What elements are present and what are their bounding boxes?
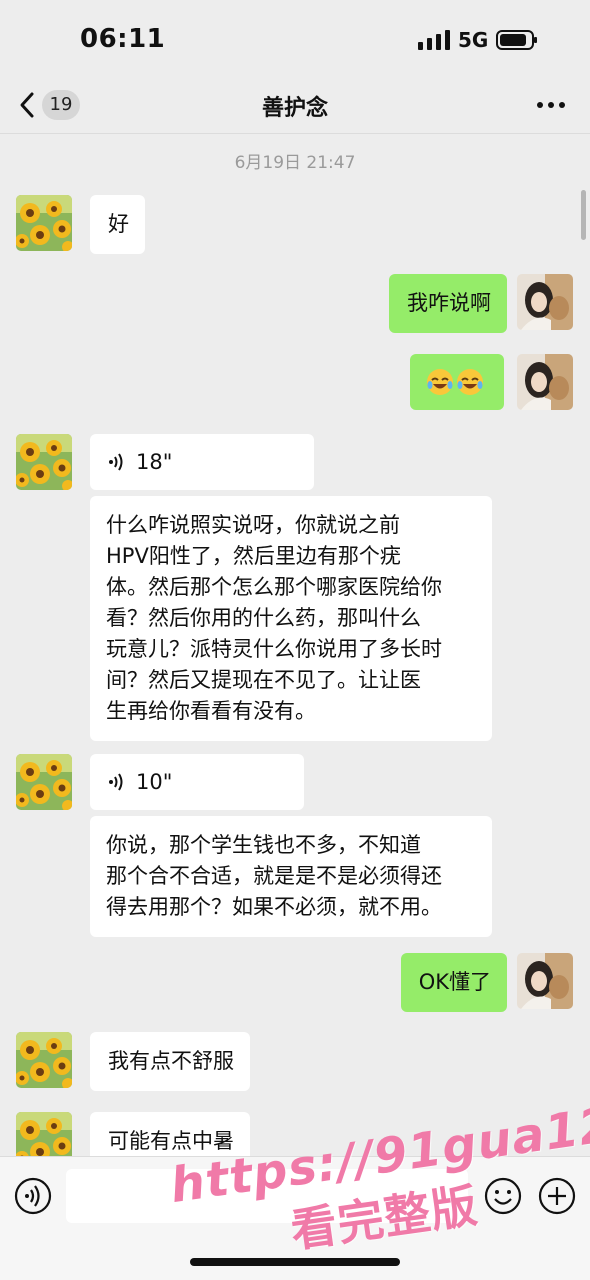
voice-input-icon[interactable] (14, 1177, 52, 1215)
message-text: 好 (108, 212, 129, 236)
transcript-line: 看？然后你用的什么药，那叫什么 (106, 606, 421, 630)
message-text: 可能有点中暑 (108, 1129, 234, 1153)
message-bubble[interactable]: 好 (90, 195, 145, 254)
voice-message-bubble[interactable]: 18" (90, 434, 314, 490)
contact-avatar[interactable] (16, 1032, 72, 1088)
plus-icon[interactable] (538, 1177, 576, 1215)
chevron-left-icon (20, 92, 34, 118)
voice-message-bubble[interactable]: 10" (90, 754, 304, 810)
message-text: OK懂了 (418, 970, 491, 994)
chat-message-list[interactable]: 6月19日 21:47 好 我咋说啊 18" 什么咋说照实说呀，你就说之前 HP… (0, 134, 590, 1156)
message-input[interactable] (66, 1169, 468, 1223)
unread-count-badge: 19 (42, 90, 80, 120)
my-avatar[interactable] (517, 274, 573, 330)
more-dots-icon[interactable] (536, 90, 566, 120)
message-bubble[interactable]: OK懂了 (400, 953, 507, 1012)
transcript-line: 体。然后那个怎么那个哪家医院给你 (106, 575, 442, 599)
message-text: 我有点不舒服 (108, 1049, 234, 1073)
chat-title: 善护念 (261, 96, 328, 121)
home-indicator[interactable] (190, 1258, 400, 1266)
message-bubble[interactable] (410, 354, 504, 410)
signal-strength-icon (418, 30, 450, 50)
emoji-picker-icon[interactable] (484, 1177, 522, 1215)
chat-header: 19 善护念 (0, 76, 590, 134)
message-bubble[interactable]: 我有点不舒服 (90, 1032, 250, 1091)
transcript-line: 那个合不合适，就是是不是必须得还 (106, 864, 442, 888)
contact-avatar[interactable] (16, 195, 72, 251)
voice-duration: 18" (136, 449, 173, 474)
transcript-line: 你说，那个学生钱也不多，不知道 (106, 833, 421, 857)
voice-transcript-bubble[interactable]: 什么咋说照实说呀，你就说之前 HPV阳性了，然后里边有那个疣 体。然后那个怎么那… (90, 496, 492, 741)
battery-icon (496, 30, 537, 50)
contact-avatar[interactable] (16, 434, 72, 490)
status-bar: 06:11 5G (0, 0, 590, 76)
rolling-laughing-emoji-icon (457, 369, 483, 395)
transcript-line: 玩意儿？派特灵什么你说用了多长时 (106, 637, 442, 661)
scrollbar[interactable] (581, 190, 586, 240)
transcript-line: 得去用那个？如果不必须，就不用。 (106, 895, 442, 919)
transcript-line: 什么咋说照实说呀，你就说之前 (106, 513, 400, 537)
rolling-laughing-emoji-icon (427, 369, 453, 395)
voice-transcript-bubble[interactable]: 你说，那个学生钱也不多，不知道 那个合不合适，就是是不是必须得还 得去用那个？如… (90, 816, 492, 937)
transcript-line: 生再给你看看有没有。 (106, 699, 316, 723)
my-avatar[interactable] (517, 354, 573, 410)
contact-avatar[interactable] (16, 754, 72, 810)
transcript-line: HPV阳性了，然后里边有那个疣 (106, 544, 401, 568)
network-type: 5G (458, 28, 489, 52)
voice-wave-icon (109, 773, 123, 791)
status-time: 06:11 (80, 24, 166, 54)
transcript-line: 间？然后又提现在不见了。让让医 (106, 668, 421, 692)
back-button[interactable]: 19 (18, 88, 86, 122)
message-timestamp: 6月19日 21:47 (234, 153, 356, 173)
message-bubble[interactable]: 我咋说啊 (389, 274, 507, 333)
contact-avatar[interactable] (16, 1112, 72, 1156)
voice-duration: 10" (136, 769, 173, 794)
message-text: 我咋说啊 (407, 291, 491, 315)
voice-wave-icon (109, 453, 123, 471)
my-avatar[interactable] (517, 953, 573, 1009)
message-bubble[interactable]: 可能有点中暑 (90, 1112, 250, 1156)
